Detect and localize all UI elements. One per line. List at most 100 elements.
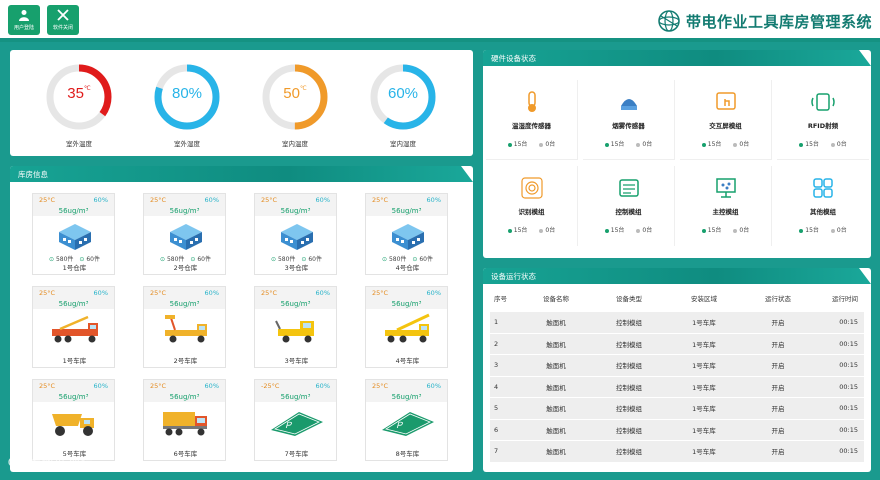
table-row[interactable]: 5 触面机 控制模组 1号车库 开启 00:15 [490,398,864,420]
device-offline: 0台 [733,139,749,148]
table-row[interactable]: 7 触面机 控制模组 1号车库 开启 00:15 [490,441,864,463]
card-picture [144,313,227,345]
card-humidity: 60% [315,289,330,297]
card-stats: 25°C 60% [255,287,336,299]
table-row[interactable]: 3 触面机 控制模组 1号车库 开启 00:15 [490,355,864,377]
table-cell: 控制模组 [616,426,642,435]
card-picture [366,220,449,252]
device-tile[interactable]: 交互屏模组 15台 0台 [680,80,772,160]
device-tile[interactable]: 其他模组 15台 0台 [777,166,869,246]
warehouse-card[interactable]: 25°C 60% 56ug/m³ P 8号车库 [365,379,448,461]
card-picture [33,313,116,345]
card-temperature: 25°C [39,289,56,297]
device-counts: 15台 0台 [680,225,771,234]
grid-logo-icon [658,10,680,32]
watermark-logo-icon [8,456,24,467]
card-stats: 25°C 60% [366,380,447,392]
crane-truck-icon [51,315,98,343]
card-humidity: 60% [315,196,330,204]
software-close-button[interactable]: 软件关闭 [47,5,79,35]
card-stats: 25°C 60% [366,194,447,206]
close-icon [57,9,69,21]
card-humidity: 60% [204,382,219,390]
card-pm: 56ug/m³ [144,206,225,216]
yellow-crane-icon [384,313,430,343]
top-bar: 用户登陆 软件关闭 带电作业工具库房管理系统 [0,0,880,42]
table-cell: 1 [494,318,499,327]
table-row[interactable]: 2 触面机 控制模组 1号车库 开启 00:15 [490,333,864,355]
warehouse-card[interactable]: 25°C 60% 56ug/m³ ⊙ 580件 ⊙ 60件 2号仓库 [143,193,226,275]
table-cell: 4 [494,382,499,391]
warehouse-card[interactable]: 25°C 60% 56ug/m³ 6号车库 [143,379,226,461]
card-stats: -25°C 60% [255,380,336,392]
table-cell: 控制模组 [616,340,642,349]
user-login-button[interactable]: 用户登陆 [8,5,40,35]
card-humidity: 60% [204,289,219,297]
brand: 带电作业工具库房管理系统 [658,9,872,33]
card-temperature: 25°C [150,382,167,390]
card-humidity: 60% [93,196,108,204]
gauge-2: 80% 室外湿度 [152,62,222,148]
gauge-value: 80% [171,85,203,102]
warehouse-card[interactable]: 25°C 60% 56ug/m³ ⊙ 580件 ⊙ 60件 3号仓库 [254,193,337,275]
warehouse-card[interactable]: -25°C 60% 56ug/m³ P 7号车库 [254,379,337,461]
card-pm: 56ug/m³ [255,392,336,402]
warehouse-building-icon [391,224,424,250]
table-cell: 开启 [771,340,785,349]
card-pm: 56ug/m³ [366,299,447,309]
warehouse-card[interactable]: 25°C 60% 56ug/m³ 2号车库 [143,286,226,368]
device-tile[interactable]: 温湿度传感器 15台 0台 [486,80,578,160]
card-picture: P [255,406,338,438]
warehouse-card[interactable]: 25°C 60% 56ug/m³ 4号车库 [365,286,448,368]
table-cell: 1号车库 [692,405,716,414]
card-stats: 25°C 60% [255,194,336,206]
table-cell: 00:15 [839,382,858,391]
device-online: 15台 [701,139,721,148]
device-name: 温湿度传感器 [512,122,551,130]
card-picture [33,220,116,252]
user-login-label: 用户登陆 [13,25,34,31]
table-cell: 触面机 [546,448,566,457]
table-cell: 触面机 [546,426,566,435]
column-header: 安装区域 [691,295,717,303]
card-picture [255,220,338,252]
gauge-1: 35℃ 室外温度 [44,62,114,148]
warehouse-card[interactable]: 25°C 60% 56ug/m³ ⊙ 580件 ⊙ 60件 1号仓库 [32,193,115,275]
card-temperature: 25°C [150,289,167,297]
device-tile[interactable]: 主控模组 15台 0台 [680,166,772,246]
device-tile[interactable]: 识别模组 15台 0台 [486,166,578,246]
device-name: RFID射频 [807,122,839,130]
device-counts: 15台 0台 [583,139,674,148]
gauge-caption: 室内湿度 [390,140,416,148]
table-row[interactable]: 6 触面机 控制模组 1号车库 开启 00:15 [490,419,864,441]
table-cell: 00:15 [839,318,858,327]
card-name: 2号仓库 [173,264,198,272]
device-online: 15台 [701,225,721,234]
lift-truck-icon [164,315,207,343]
card-pm: 56ug/m³ [33,299,114,309]
column-header: 运行状态 [765,295,791,303]
table-cell: 开启 [771,405,785,414]
table-cell: 控制模组 [616,383,642,392]
warehouse-card[interactable]: 25°C 60% 56ug/m³ 5号车库 [32,379,115,461]
control-module-icon [618,179,639,197]
device-tile[interactable]: 控制模组 15台 0台 [583,166,675,246]
card-temperature: 25°C [372,289,389,297]
device-counts: 15台 0台 [583,225,674,234]
table-cell: 1号车库 [692,340,716,349]
table-row[interactable]: 4 触面机 控制模组 1号车库 开启 00:15 [490,376,864,398]
warehouse-card[interactable]: 25°C 60% 56ug/m³ ⊙ 580件 ⊙ 60件 4号仓库 [365,193,448,275]
warehouse-card[interactable]: 25°C 60% 56ug/m³ 3号车库 [254,286,337,368]
device-counts: 15台 0台 [680,139,771,148]
warehouse-card[interactable]: 25°C 60% 56ug/m³ 1号车库 [32,286,115,368]
device-name: 识别模组 [518,208,545,216]
device-tile[interactable]: RFID射频 15台 0台 [777,80,869,160]
device-tile[interactable]: 烟雾传感器 15台 0台 [583,80,675,160]
card-temperature: 25°C [261,196,278,204]
card-picture [144,220,227,252]
column-header: 设备名称 [543,295,569,303]
card-temperature: 25°C [372,196,389,204]
table-row[interactable]: 1 触面机 控制模组 1号车库 开启 00:15 [490,312,864,334]
table-cell: 7 [494,447,499,456]
device-offline: 0台 [636,225,652,234]
